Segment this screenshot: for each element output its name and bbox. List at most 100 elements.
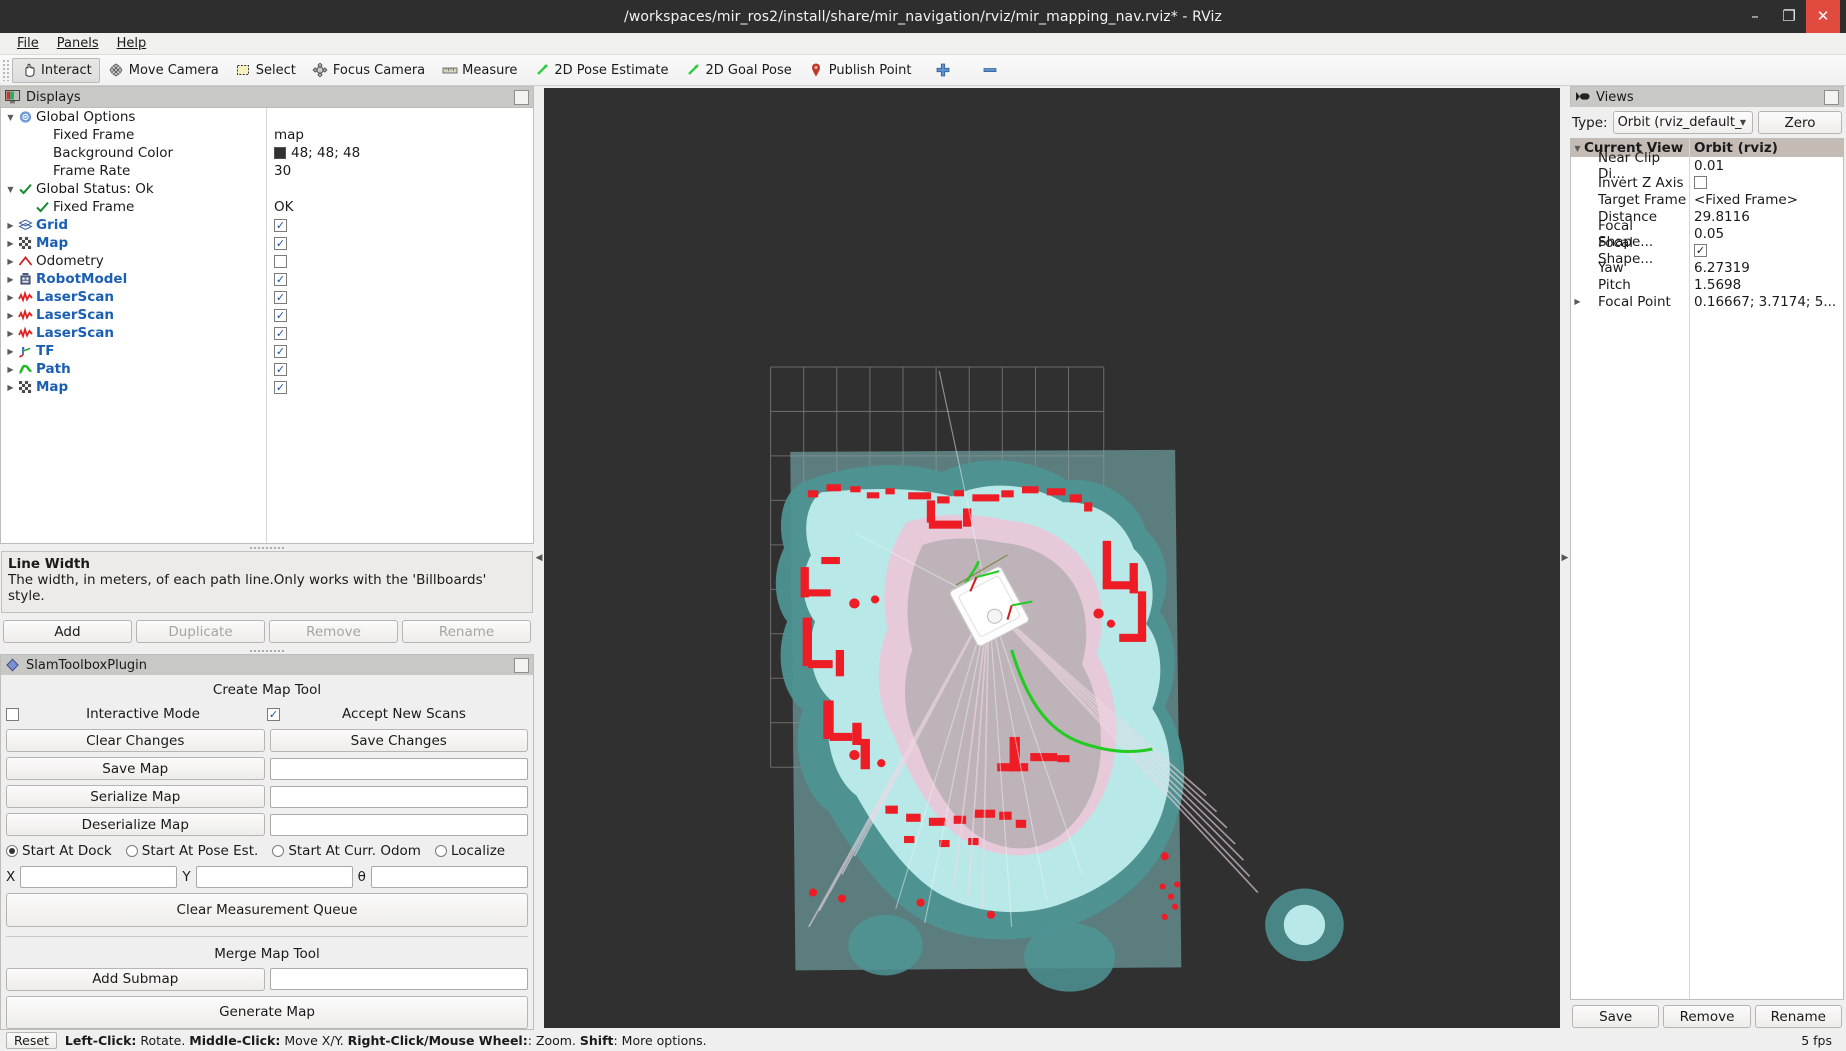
- display-row-value[interactable]: ✓: [266, 326, 531, 340]
- chevron-right-icon[interactable]: ▶: [4, 275, 17, 284]
- save-map-button[interactable]: Save Map: [6, 757, 265, 780]
- menu-help[interactable]: Help: [108, 34, 156, 53]
- chevron-right-icon[interactable]: ▶: [4, 257, 17, 266]
- slam-float-button[interactable]: [514, 657, 529, 673]
- tool-select[interactable]: Select: [227, 58, 304, 83]
- view-row-value[interactable]: <Fixed Frame>: [1689, 192, 1798, 208]
- view-row-pitch[interactable]: ▶Pitch 1.5698: [1571, 276, 1843, 293]
- view-row-focal-point[interactable]: ▶ Focal Point 0.16667; 3.7174; 5...: [1571, 293, 1843, 310]
- theta-input[interactable]: [370, 866, 528, 888]
- right-dock-collapse-handle[interactable]: ▶: [1560, 86, 1570, 1030]
- serialize-map-input[interactable]: [269, 785, 528, 808]
- radio-start-at-pose-est[interactable]: [125, 845, 138, 857]
- display-row-tf[interactable]: ▶ TF ✓: [1, 342, 533, 360]
- view-row-value[interactable]: 29.8116: [1689, 209, 1750, 225]
- display-row-value[interactable]: 48; 48; 48: [266, 145, 531, 161]
- tool-focus-camera[interactable]: Focus Camera: [304, 58, 433, 83]
- chevron-right-icon[interactable]: ▶: [4, 311, 17, 320]
- display-row-laserscan[interactable]: ▶ LaserScan ✓: [1, 288, 533, 306]
- display-row-value[interactable]: 30: [266, 163, 531, 179]
- display-enabled-checkbox[interactable]: ✓: [274, 218, 287, 232]
- display-enabled-checkbox[interactable]: ✓: [274, 344, 287, 358]
- views-column-splitter[interactable]: [1689, 139, 1690, 999]
- chevron-right-icon[interactable]: ▶: [4, 365, 17, 374]
- view-row-value[interactable]: ✓: [1689, 244, 1707, 257]
- chevron-down-icon[interactable]: ▼: [4, 185, 17, 194]
- close-button[interactable]: ✕: [1806, 0, 1840, 33]
- display-enabled-checkbox[interactable]: ✓: [274, 326, 287, 340]
- view-row-target-frame[interactable]: ▶Target Frame <Fixed Frame>: [1571, 191, 1843, 208]
- view-row-value[interactable]: 0.05: [1689, 226, 1724, 242]
- views-float-button[interactable]: [1824, 89, 1839, 105]
- add-display-button[interactable]: Add: [3, 620, 132, 643]
- zero-button[interactable]: Zero: [1758, 111, 1842, 134]
- tool-add-tool[interactable]: [919, 58, 966, 83]
- chevron-right-icon[interactable]: ▶: [4, 239, 17, 248]
- render-viewport-3d[interactable]: [544, 88, 1560, 1028]
- display-row-value[interactable]: ✓: [266, 308, 531, 322]
- chevron-right-icon[interactable]: ▶: [1571, 297, 1584, 306]
- display-row-fixed-frame[interactable]: ▶Fixed Frame map: [1, 126, 533, 144]
- radio-start-at-curr-odom[interactable]: [272, 845, 285, 857]
- display-row-value[interactable]: ✓: [266, 218, 531, 232]
- display-row-laserscan[interactable]: ▶ LaserScan ✓: [1, 324, 533, 342]
- display-row-laserscan[interactable]: ▶ LaserScan ✓: [1, 306, 533, 324]
- displays-slam-splitter[interactable]: [0, 647, 534, 654]
- display-row-value[interactable]: map: [266, 127, 531, 143]
- chevron-right-icon[interactable]: ▶: [4, 347, 17, 356]
- display-enabled-checkbox[interactable]: ✓: [274, 308, 287, 322]
- maximize-button[interactable]: ❐: [1772, 0, 1806, 33]
- view-row-value[interactable]: 6.27319: [1689, 260, 1750, 276]
- view-row-near-clip-di[interactable]: ▶Near Clip Di...0.01: [1571, 150, 1843, 182]
- radio-localize[interactable]: [434, 845, 447, 857]
- deserialize-map-button[interactable]: Deserialize Map: [6, 813, 265, 836]
- remove-display-button[interactable]: Remove: [269, 620, 398, 643]
- chevron-right-icon[interactable]: ▶: [4, 221, 17, 230]
- display-row-map[interactable]: ▶ Map ✓: [1, 378, 533, 396]
- deserialize-map-input[interactable]: [269, 813, 528, 836]
- display-enabled-checkbox[interactable]: [274, 254, 287, 268]
- duplicate-display-button[interactable]: Duplicate: [136, 620, 265, 643]
- display-row-value[interactable]: ✓: [266, 380, 531, 394]
- reset-button[interactable]: Reset: [6, 1032, 57, 1049]
- views-tree[interactable]: ▼Current View Orbit (rviz) ▶Near Clip Di…: [1570, 138, 1844, 1000]
- rename-display-button[interactable]: Rename: [402, 620, 531, 643]
- display-row-global-options[interactable]: ▼ Global Options: [1, 108, 533, 126]
- view-row-value[interactable]: 0.01: [1689, 158, 1724, 174]
- displays-float-button[interactable]: [514, 89, 529, 105]
- y-input[interactable]: [195, 866, 353, 888]
- x-input[interactable]: [20, 866, 178, 888]
- display-row-value[interactable]: OK: [266, 199, 531, 215]
- display-row-fixed-frame[interactable]: ▶Fixed Frame OK: [1, 198, 533, 216]
- view-row-invert-z-axis[interactable]: ▶Invert Z Axis: [1571, 174, 1843, 191]
- displays-desc-splitter[interactable]: [0, 544, 534, 551]
- chevron-down-icon[interactable]: ▼: [4, 113, 17, 122]
- tool-interact[interactable]: Interact: [12, 57, 100, 83]
- accept-new-scans-checkbox[interactable]: ✓: [267, 707, 280, 721]
- display-row-value[interactable]: ✓: [266, 344, 531, 358]
- add-submap-button[interactable]: Add Submap: [6, 967, 265, 991]
- view-row-value[interactable]: [1689, 176, 1707, 189]
- save-changes-button[interactable]: Save Changes: [269, 729, 528, 752]
- tool-measure[interactable]: Measure: [433, 58, 525, 83]
- interactive-mode-checkbox[interactable]: [6, 707, 19, 721]
- display-row-value[interactable]: [266, 254, 531, 268]
- display-row-map[interactable]: ▶ Map ✓: [1, 234, 533, 252]
- clear-measurement-queue-button[interactable]: Clear Measurement Queue: [6, 893, 528, 927]
- toolbar-drag-handle[interactable]: [2, 59, 10, 81]
- display-row-grid[interactable]: ▶ Grid ✓: [1, 216, 533, 234]
- tool-publish-point[interactable]: Publish Point: [800, 58, 920, 83]
- chevron-right-icon[interactable]: ▶: [4, 329, 17, 338]
- tool-2d-goal-pose[interactable]: 2D Goal Pose: [676, 58, 799, 83]
- view-value-checkbox[interactable]: ✓: [1694, 244, 1707, 257]
- display-row-value[interactable]: ✓: [266, 362, 531, 376]
- generate-map-button[interactable]: Generate Map: [6, 995, 528, 1029]
- displays-tree[interactable]: ▼Global Options▶Fixed Framemap▶Backgroun…: [0, 107, 534, 544]
- tool-2d-pose-estimate[interactable]: 2D Pose Estimate: [525, 58, 676, 83]
- view-row-value[interactable]: 1.5698: [1689, 277, 1741, 293]
- display-enabled-checkbox[interactable]: ✓: [274, 272, 287, 286]
- color-swatch[interactable]: [274, 147, 286, 159]
- chevron-right-icon[interactable]: ▶: [4, 293, 17, 302]
- display-row-background-color[interactable]: ▶Background Color 48; 48; 48: [1, 144, 533, 162]
- left-dock-collapse-handle[interactable]: ◀: [534, 86, 544, 1030]
